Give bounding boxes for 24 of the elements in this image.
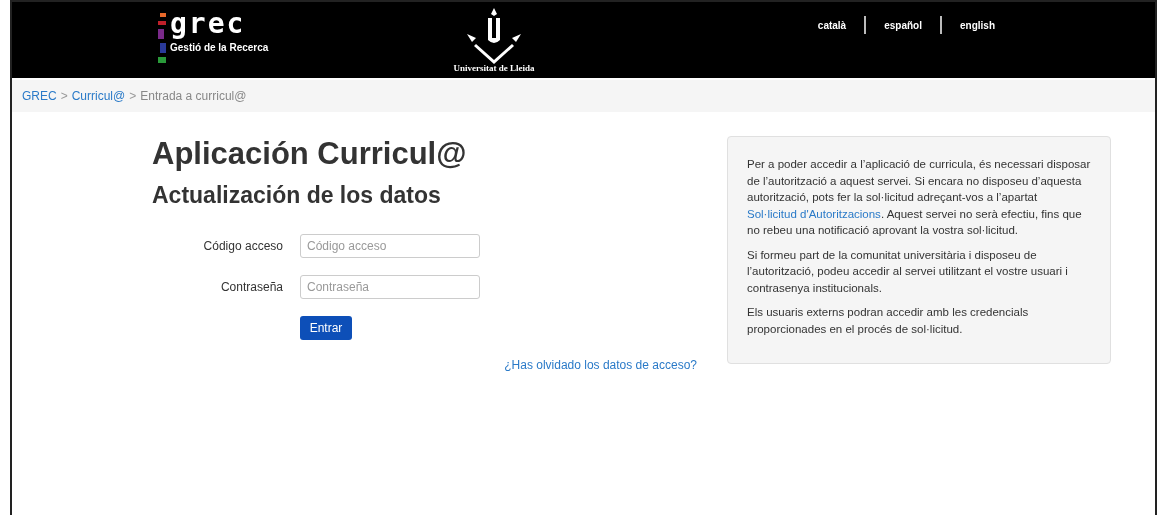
input-field[interactable]: Código acceso: [300, 234, 480, 258]
page-subtitle: Actualización de los datos: [152, 181, 441, 210]
university-name: Universitat de Lleida: [453, 62, 535, 75]
info-paragraph: Si formeu part de la comunitat universitària i disposeu de l’autorització, podeu accedir al servei utilitzant el vostre usuari i contrasenya institucionals.: [747, 247, 1069, 296]
submit-button[interactable]: Entrar: [300, 316, 352, 340]
logo-text: grec: [170, 10, 247, 38]
language-link[interactable]: català: [817, 17, 847, 33]
language-link[interactable]: english: [960, 17, 995, 33]
authorization-link[interactable]: Sol·licitud d'Autoritzacions: [747, 207, 881, 220]
field-label: Contraseña: [219, 279, 283, 296]
input-field[interactable]: Contraseña: [300, 275, 480, 299]
breadcrumb-link[interactable]: Curricul@: [71, 87, 126, 105]
breadcrumb-current: Entrada a curricul@: [140, 88, 247, 105]
info-paragraph: Per a poder accedir a l’aplicació de curricula, és necessari disposar de l’autorització a aquest servei. Si encara no disposeu d’aquesta autorització, pots fer la sol·licitud adreçant-vos a l’apartat Sol·licitud d'Autoritzacions. Aquest servei no serà efectiu, fins que no rebeu una notificació aprovant la vostra sol·licitud.: [747, 157, 1091, 238]
field-label: Código acceso: [202, 238, 283, 255]
info-paragraph: Els usuaris externs podran accedir amb les credencials proporcionades en el procés de sol·licitud.: [747, 305, 1030, 337]
page-title: Aplicación Curricul@: [152, 136, 467, 172]
logo-subtitle: Gestió de la Recerca: [170, 41, 269, 55]
forgot-link[interactable]: ¿Has olvidado los datos de acceso?: [504, 356, 697, 374]
breadcrumb-separator: >: [129, 88, 137, 105]
logo-pixels-icon: [158, 13, 166, 63]
language-link[interactable]: español: [884, 17, 922, 33]
breadcrumb-link[interactable]: GREC: [22, 87, 57, 105]
breadcrumb-separator: >: [60, 88, 68, 105]
